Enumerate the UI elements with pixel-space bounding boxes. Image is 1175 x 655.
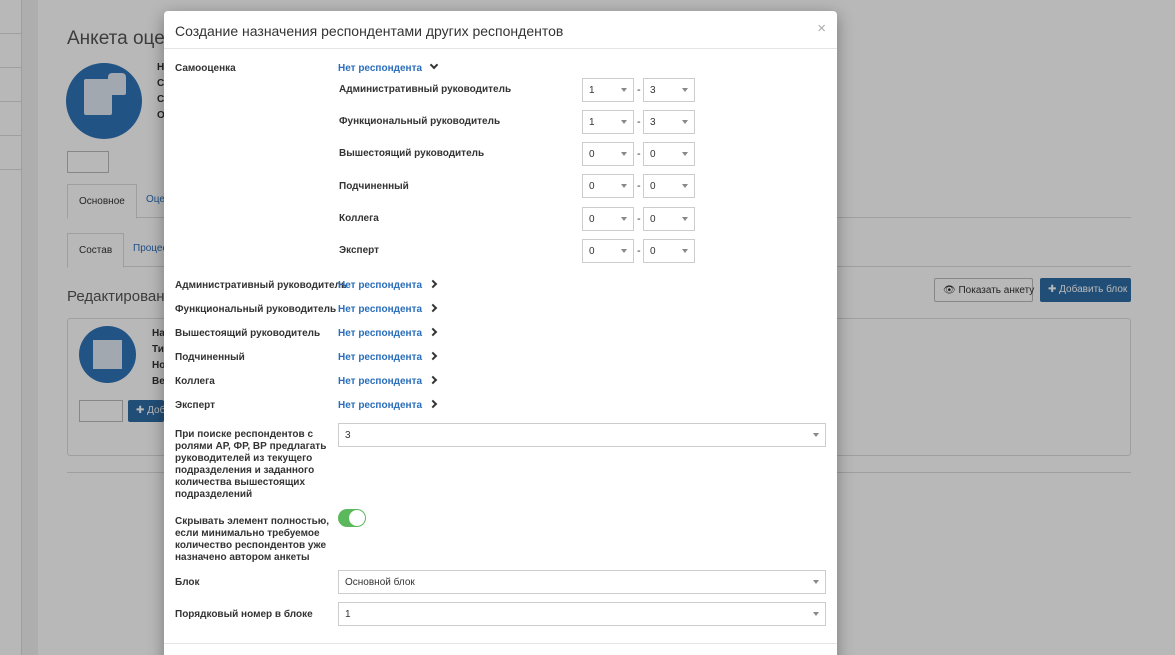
chevron-right-icon	[428, 303, 438, 313]
role-max-select[interactable]: 0	[643, 174, 695, 198]
respondent-link[interactable]: Нет респондента	[338, 375, 438, 387]
respondent-link[interactable]: Нет респондента	[338, 279, 438, 291]
respondent-link[interactable]: Нет респондента	[338, 327, 438, 339]
respondent-label: Коллега	[175, 376, 215, 387]
respondent-link[interactable]: Нет респондента	[338, 399, 438, 411]
modal-footer-divider	[164, 643, 837, 644]
role-label: Эксперт	[339, 245, 380, 256]
role-label: Вышестоящий руководитель	[339, 148, 485, 159]
modal-title: Создание назначения респондентами других…	[175, 23, 564, 39]
chevron-right-icon	[428, 279, 438, 289]
chevron-right-icon	[428, 351, 438, 361]
role-max-select[interactable]: 3	[643, 78, 695, 102]
assignment-modal: Создание назначения респондентами других…	[164, 11, 837, 655]
role-label: Коллега	[339, 213, 379, 224]
role-label: Подчиненный	[339, 181, 409, 192]
modal-header: Создание назначения респондентами других…	[164, 11, 837, 49]
respondent-label: Эксперт	[175, 400, 216, 411]
hide-element-toggle[interactable]	[338, 509, 366, 527]
respondent-label: Вышестоящий руководитель	[175, 328, 321, 339]
role-max-select[interactable]: 0	[643, 207, 695, 231]
role-min-select[interactable]: 0	[582, 174, 634, 198]
chevron-right-icon	[428, 375, 438, 385]
search-depth-select[interactable]: 3	[338, 423, 826, 447]
role-max-select[interactable]: 3	[643, 110, 695, 134]
respondent-label: Административный руководитель	[175, 280, 348, 291]
chevron-right-icon	[428, 399, 438, 409]
respondent-link[interactable]: Нет респондента	[338, 303, 438, 315]
role-min-select[interactable]: 0	[582, 142, 634, 166]
self-assessment-link[interactable]: Нет респондента	[338, 60, 439, 74]
range-dash: -	[637, 148, 641, 160]
range-dash: -	[637, 84, 641, 96]
range-dash: -	[637, 180, 641, 192]
block-select[interactable]: Основной блок	[338, 570, 826, 594]
order-select[interactable]: 1	[338, 602, 826, 626]
close-icon[interactable]: ×	[817, 20, 826, 37]
role-min-select[interactable]: 1	[582, 110, 634, 134]
self-assessment-label: Самооценка	[175, 63, 236, 74]
role-max-select[interactable]: 0	[643, 142, 695, 166]
role-label: Административный руководитель	[339, 84, 512, 95]
respondent-label: Подчиненный	[175, 352, 245, 363]
role-label: Функциональный руководитель	[339, 116, 501, 127]
role-min-select[interactable]: 1	[582, 78, 634, 102]
respondent-label: Функциональный руководитель	[175, 304, 337, 315]
respondent-link[interactable]: Нет респондента	[338, 351, 438, 363]
role-max-select[interactable]: 0	[643, 239, 695, 263]
chevron-down-icon	[429, 60, 439, 70]
block-label: Блок	[175, 577, 200, 588]
chevron-right-icon	[428, 327, 438, 337]
search-depth-label: При поиске респондентов с ролями АР, ФР,…	[175, 429, 327, 500]
role-min-select[interactable]: 0	[582, 207, 634, 231]
hide-element-label: Скрывать элемент полностью, если минимал…	[175, 516, 330, 563]
range-dash: -	[637, 213, 641, 225]
range-dash: -	[637, 245, 641, 257]
range-dash: -	[637, 116, 641, 128]
role-min-select[interactable]: 0	[582, 239, 634, 263]
order-label: Порядковый номер в блоке	[175, 609, 313, 620]
